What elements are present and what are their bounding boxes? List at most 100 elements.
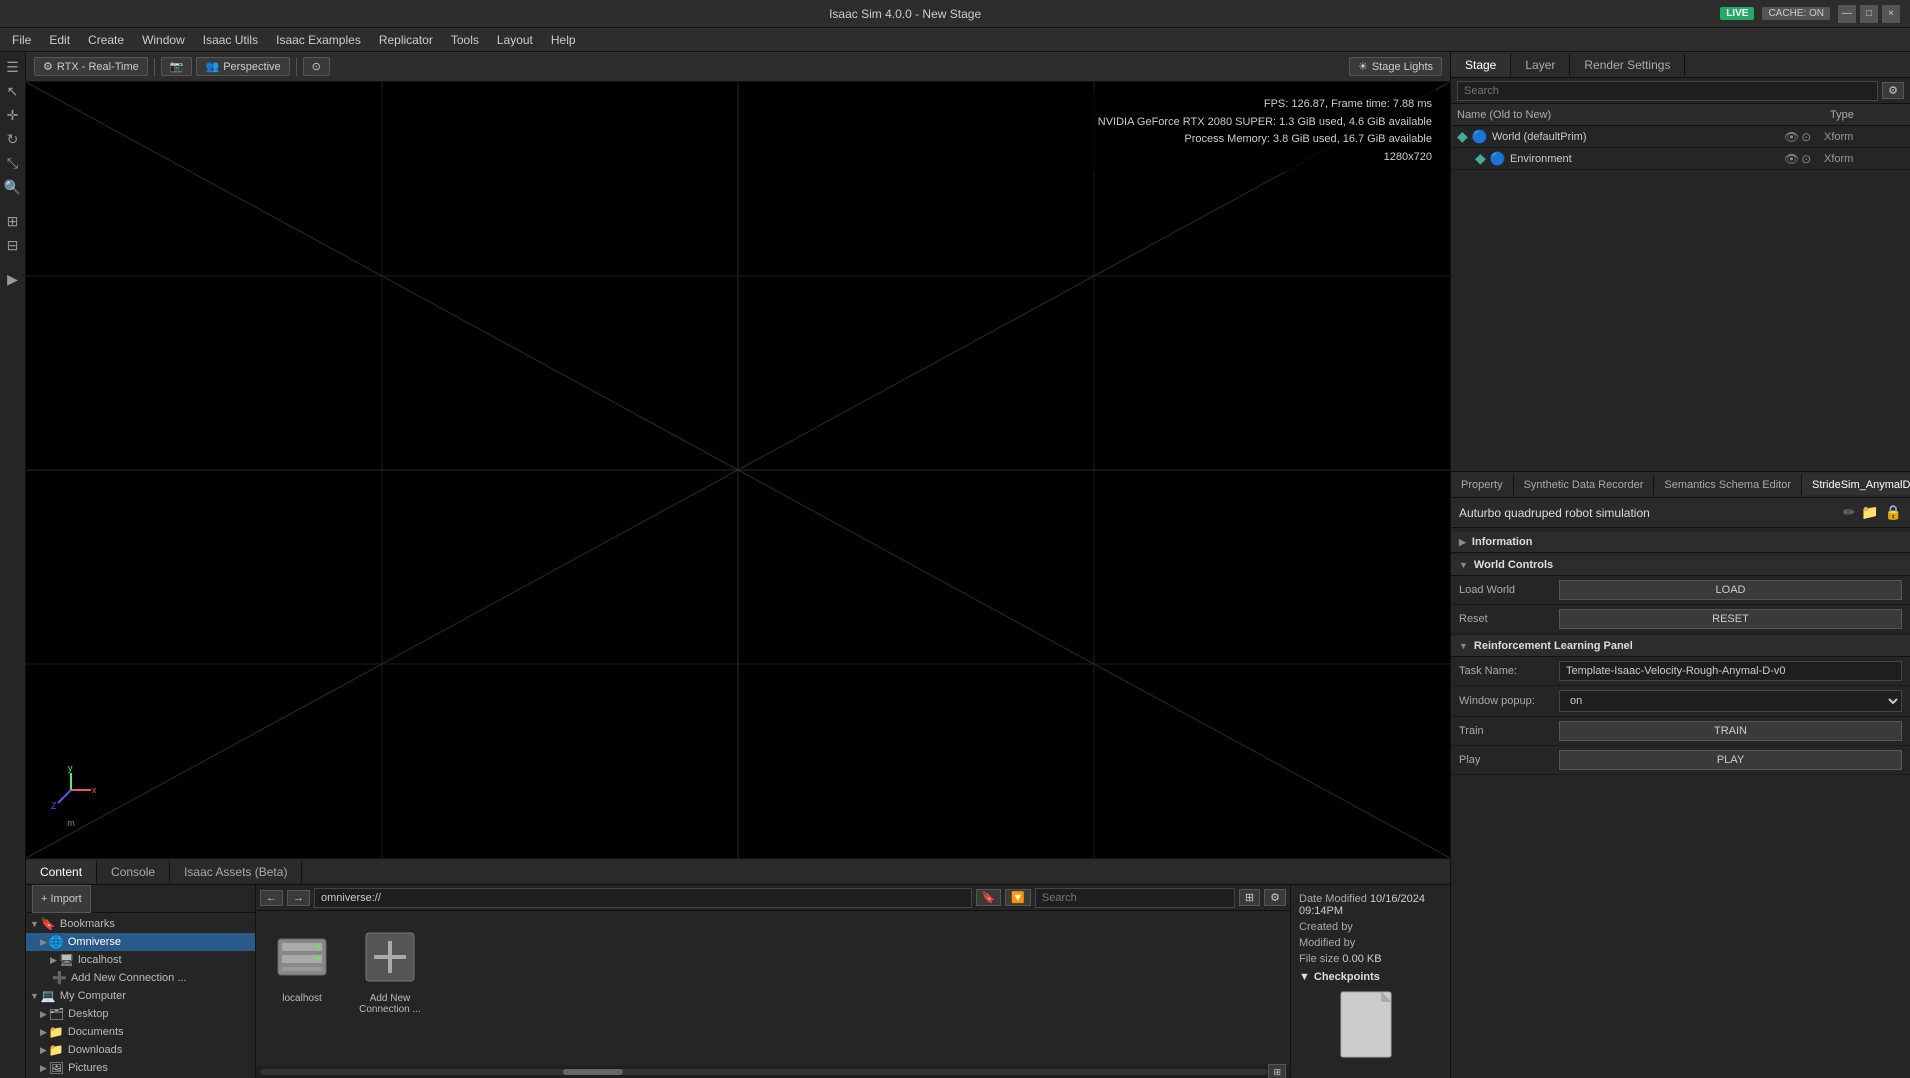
scrollbar-thumb[interactable] (563, 1069, 623, 1075)
window-popup-select[interactable]: on off (1559, 690, 1902, 712)
reset-button[interactable]: RESET (1559, 609, 1902, 629)
center-area: ⚙ RTX - Real-Time 📷 👥 Perspective ⊙ ☀ St… (26, 52, 1450, 1078)
vp-separator-1 (154, 58, 155, 76)
sidebar-icon-menu[interactable]: ☰ (2, 56, 24, 78)
content-item-localhost[interactable]: localhost (266, 921, 338, 1008)
back-button[interactable]: ← (260, 890, 283, 906)
prop-row-reset: Reset RESET (1451, 605, 1910, 634)
stage-filter-button[interactable]: ⚙ (1882, 82, 1904, 99)
tab-isaac-assets[interactable]: Isaac Assets (Beta) (170, 861, 302, 883)
load-world-button[interactable]: LOAD (1559, 580, 1902, 600)
train-button[interactable]: TRAIN (1559, 721, 1902, 741)
sidebar-icon-move[interactable]: ✛ (2, 104, 24, 126)
scrollbar-track[interactable] (260, 1069, 1268, 1075)
tree-desktop[interactable]: ▶ 🗂 Desktop (26, 1005, 255, 1023)
rl-panel-section-header[interactable]: ▼ Reinforcement Learning Panel (1451, 636, 1910, 657)
tab-render-settings[interactable]: Render Settings (1570, 54, 1685, 76)
settings-button[interactable]: ⚙ (1264, 889, 1286, 906)
window-controls[interactable]: — □ × (1838, 5, 1900, 23)
bookmark-button[interactable]: 🔖 (976, 889, 1002, 906)
viewport-options-button[interactable]: ⊙ (303, 57, 330, 76)
tree-bookmarks[interactable]: ▼ 🔖 Bookmarks (26, 915, 255, 933)
stage-row-environment[interactable]: ◆ 🔵 Environment 👁 ⊙ Xform (1451, 148, 1910, 170)
url-input[interactable] (314, 888, 972, 908)
information-section-header[interactable]: ▶ Information (1451, 532, 1910, 553)
tree-omniverse[interactable]: ▶ 🌐 Omniverse (26, 933, 255, 951)
tree-add-new-connection[interactable]: ➕ Add New Connection ... (26, 969, 255, 987)
minimize-button[interactable]: — (1838, 5, 1856, 23)
camera-button[interactable]: 📷 (161, 57, 193, 76)
menu-create[interactable]: Create (80, 31, 132, 49)
sidebar-icon-search[interactable]: 🔍 (2, 176, 24, 198)
world-eye-icon[interactable]: 👁 (1784, 130, 1799, 144)
train-label: Train (1459, 725, 1559, 737)
expand-arrow-bookmarks: ▼ (30, 919, 39, 929)
sidebar-icon-select[interactable]: ↖ (2, 80, 24, 102)
stage-search-input[interactable] (1457, 81, 1878, 101)
edit-icon[interactable]: ✏ (1843, 504, 1855, 521)
env-eye-icon[interactable]: 👁 (1784, 152, 1799, 166)
content-left-toolbar: + Import (26, 885, 255, 913)
search-input[interactable] (1035, 888, 1235, 908)
sidebar-icon-snap[interactable]: ⊞ (2, 210, 24, 232)
expand-arrow-pictures: ▶ (40, 1063, 47, 1074)
menu-replicator[interactable]: Replicator (371, 31, 441, 49)
menu-help[interactable]: Help (543, 31, 584, 49)
prop-tabs: Property Synthetic Data Recorder Semanti… (1451, 472, 1910, 498)
menu-layout[interactable]: Layout (489, 31, 541, 49)
menu-edit[interactable]: Edit (41, 31, 78, 49)
left-sidebar: ☰ ↖ ✛ ↻ ⤡ 🔍 ⊞ ⊟ ▶ (0, 52, 26, 1078)
maximize-button[interactable]: □ (1860, 5, 1878, 23)
tree-my-computer[interactable]: ▼ 💻 My Computer (26, 987, 255, 1005)
world-controls-section-header[interactable]: ▼ World Controls (1451, 555, 1910, 576)
env-target-icon[interactable]: ⊙ (1801, 152, 1811, 166)
viewport-axis: x y Z m (46, 765, 96, 828)
desktop-icon: 🗂 (49, 1007, 64, 1021)
view-options-button[interactable]: ⊞ (1239, 889, 1260, 906)
viewport[interactable]: FPS: 126.87, Frame time: 7.88 ms NVIDIA … (26, 82, 1450, 858)
sidebar-icon-play[interactable]: ▶ (2, 268, 24, 290)
tree-downloads[interactable]: ▶ 📁 Downloads (26, 1041, 255, 1059)
lock-icon[interactable]: 🔒 (1885, 504, 1902, 521)
grid-view-btn[interactable]: ⊞ (1268, 1064, 1286, 1078)
perspective-button[interactable]: 👥 Perspective (196, 57, 289, 76)
tab-semantics-schema-editor[interactable]: Semantics Schema Editor (1654, 475, 1802, 495)
rtx-realtime-button[interactable]: ⚙ RTX - Real-Time (34, 57, 148, 76)
sidebar-icon-grid[interactable]: ⊟ (2, 234, 24, 256)
tab-stage[interactable]: Stage (1451, 54, 1511, 76)
tab-synthetic-data-recorder[interactable]: Synthetic Data Recorder (1514, 475, 1655, 495)
folder-icon[interactable]: 📁 (1861, 504, 1878, 521)
menu-tools[interactable]: Tools (443, 31, 487, 49)
world-target-icon[interactable]: ⊙ (1801, 130, 1811, 144)
tab-property[interactable]: Property (1451, 475, 1514, 495)
play-button[interactable]: PLAY (1559, 750, 1902, 770)
tab-layer[interactable]: Layer (1511, 54, 1570, 76)
world-node-icon: 🔵 (1472, 129, 1488, 145)
close-button[interactable]: × (1882, 5, 1900, 23)
menu-window[interactable]: Window (134, 31, 193, 49)
stage-row-world[interactable]: ◆ 🔵 World (defaultPrim) 👁 ⊙ Xform (1451, 126, 1910, 148)
tree-pictures[interactable]: ▶ 🖼 Pictures (26, 1059, 255, 1077)
task-name-input[interactable] (1559, 661, 1902, 681)
sidebar-icon-scale[interactable]: ⤡ (2, 152, 24, 174)
resolution-info: 1280x720 (1098, 149, 1432, 167)
stage-lights-button[interactable]: ☀ Stage Lights (1349, 57, 1442, 76)
tab-stridesim-anymalid[interactable]: StrideSim_AnymalD (1802, 475, 1910, 495)
tab-content[interactable]: Content (26, 861, 97, 883)
menu-isaac-utils[interactable]: Isaac Utils (195, 31, 266, 49)
import-button[interactable]: + Import (32, 885, 91, 913)
localhost-icon: 🖥 (59, 953, 74, 967)
my-computer-icon: 💻 (41, 989, 56, 1003)
content-item-add-connection[interactable]: Add New Connection ... (346, 921, 434, 1019)
stage-row-world-type: Xform (1824, 131, 1904, 143)
sidebar-icon-rotate[interactable]: ↻ (2, 128, 24, 150)
content-scrollbar[interactable]: ⊞ (256, 1066, 1290, 1078)
menu-bar: File Edit Create Window Isaac Utils Isaa… (0, 28, 1910, 52)
tree-localhost[interactable]: ▶ 🖥 localhost (26, 951, 255, 969)
tab-console[interactable]: Console (97, 861, 170, 883)
forward-button[interactable]: → (287, 890, 310, 906)
tree-documents[interactable]: ▶ 📁 Documents (26, 1023, 255, 1041)
menu-file[interactable]: File (4, 31, 39, 49)
menu-isaac-examples[interactable]: Isaac Examples (268, 31, 369, 49)
filter-button[interactable]: 🔽 (1005, 889, 1031, 906)
